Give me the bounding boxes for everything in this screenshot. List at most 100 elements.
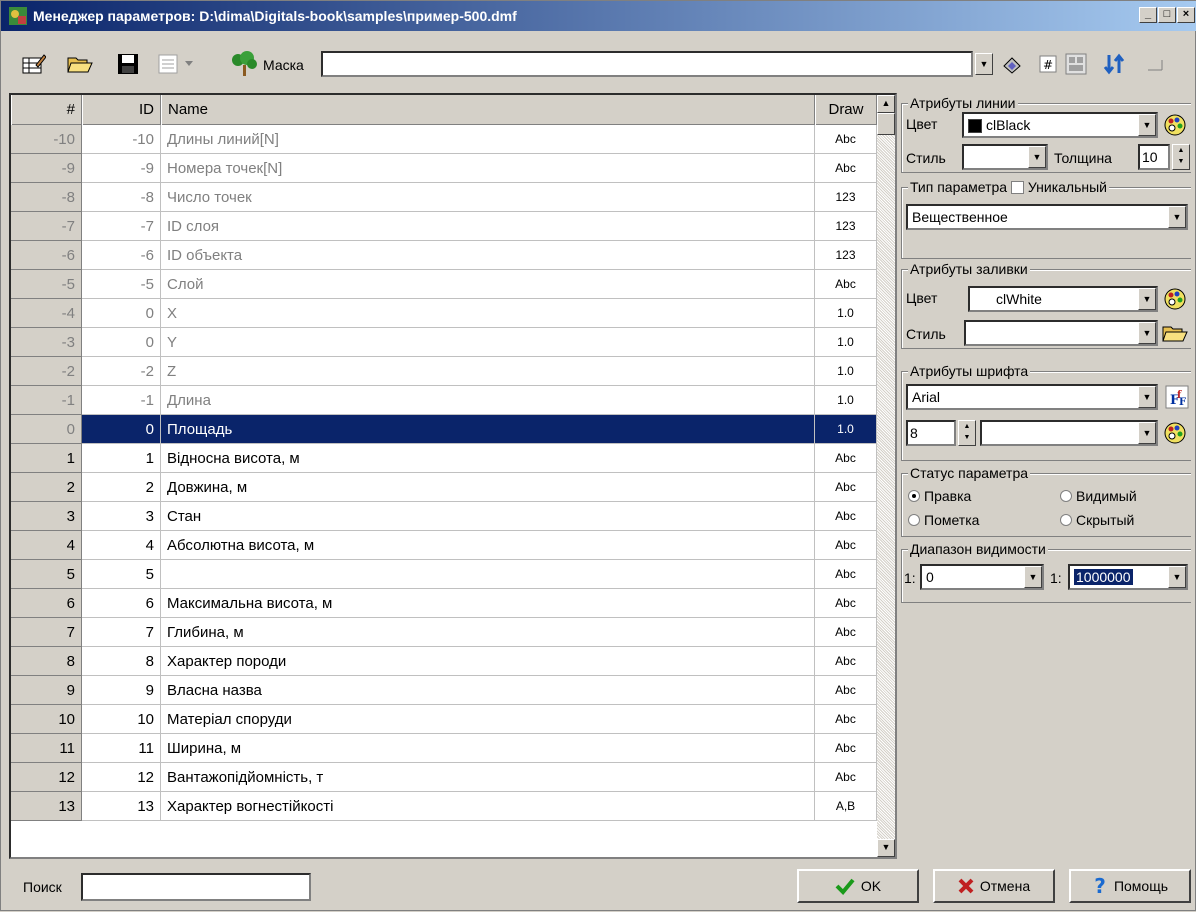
table-row[interactable]: 10 10 Матеріал споруди Abc	[11, 705, 877, 734]
font-size-input[interactable]: 8	[906, 420, 956, 446]
id-cell[interactable]: 0	[82, 328, 161, 357]
name-cell[interactable]: Число точек	[161, 183, 815, 212]
sort-arrows-icon[interactable]	[1101, 51, 1127, 77]
name-cell[interactable]: X	[161, 299, 815, 328]
fill-style-combo[interactable]: ▼	[964, 320, 1158, 346]
font-palette-icon[interactable]	[1162, 420, 1188, 446]
line-palette-icon[interactable]	[1162, 112, 1188, 138]
col-header-name[interactable]: Name	[161, 95, 815, 125]
table-row[interactable]: 6 6 Максимальна висота, м Abc	[11, 589, 877, 618]
row-number-cell[interactable]: -1	[11, 386, 82, 415]
chevron-down-icon[interactable]: ▼	[1024, 566, 1042, 588]
table-row[interactable]: -4 0 X 1.0	[11, 299, 877, 328]
row-number-cell[interactable]: 1	[11, 444, 82, 473]
open-folder-icon[interactable]	[1162, 320, 1188, 346]
row-number-cell[interactable]: 7	[11, 618, 82, 647]
row-number-cell[interactable]: -2	[11, 357, 82, 386]
draw-cell[interactable]: Abc	[815, 618, 877, 647]
table-row[interactable]: 9 9 Власна назва Abc	[11, 676, 877, 705]
draw-cell[interactable]: Abc	[815, 154, 877, 183]
id-cell[interactable]: -6	[82, 241, 161, 270]
row-number-cell[interactable]: -10	[11, 125, 82, 154]
col-header-num[interactable]: #	[11, 95, 82, 125]
grid-vertical-scrollbar[interactable]: ▲ ▼	[877, 95, 895, 857]
draw-cell[interactable]: Abc	[815, 531, 877, 560]
line-style-combo[interactable]: ▼	[962, 144, 1048, 170]
font-style-icon[interactable]: FfF	[1164, 384, 1190, 410]
table-row[interactable]: 12 12 Вантажопідйомність, т Abc	[11, 763, 877, 792]
name-cell[interactable]: Стан	[161, 502, 815, 531]
id-cell[interactable]: 10	[82, 705, 161, 734]
draw-cell[interactable]: Abc	[815, 589, 877, 618]
row-number-cell[interactable]: -3	[11, 328, 82, 357]
view-list-icon[interactable]	[155, 51, 181, 77]
row-number-cell[interactable]: 3	[11, 502, 82, 531]
tree-icon[interactable]	[229, 51, 259, 77]
chevron-down-icon[interactable]: ▼	[1138, 114, 1156, 136]
name-cell[interactable]	[161, 560, 815, 589]
id-cell[interactable]: 12	[82, 763, 161, 792]
name-cell[interactable]: Матеріал споруди	[161, 705, 815, 734]
table-row[interactable]: -8 -8 Число точек 123	[11, 183, 877, 212]
name-cell[interactable]: Власна назва	[161, 676, 815, 705]
draw-cell[interactable]: Abc	[815, 502, 877, 531]
scroll-thumb[interactable]	[877, 113, 895, 135]
id-cell[interactable]: 0	[82, 415, 161, 444]
row-number-cell[interactable]: 2	[11, 473, 82, 502]
eraser-icon[interactable]	[999, 51, 1025, 77]
font-style-combo[interactable]: ▼	[980, 420, 1158, 446]
row-number-cell[interactable]: 0	[11, 415, 82, 444]
row-number-cell[interactable]: 11	[11, 734, 82, 763]
name-cell[interactable]: Номера точек[N]	[161, 154, 815, 183]
minimize-button[interactable]: _	[1139, 7, 1157, 23]
hash-icon[interactable]: #	[1035, 51, 1061, 77]
name-cell[interactable]: Площадь	[161, 415, 815, 444]
name-cell[interactable]: Вантажопідйомність, т	[161, 763, 815, 792]
chevron-down-icon[interactable]: ▼	[1028, 146, 1046, 168]
line-width-spinner[interactable]: ▲ ▼	[1172, 144, 1190, 170]
table-row[interactable]: -6 -6 ID объекта 123	[11, 241, 877, 270]
row-number-cell[interactable]: -4	[11, 299, 82, 328]
name-cell[interactable]: Абсолютна висота, м	[161, 531, 815, 560]
chevron-down-icon[interactable]: ▼	[1138, 322, 1156, 344]
line-color-combo[interactable]: clBlack ▼	[962, 112, 1158, 138]
table-row[interactable]: 0 0 Площадь 1.0	[11, 415, 877, 444]
row-number-cell[interactable]: -6	[11, 241, 82, 270]
draw-cell[interactable]: Abc	[815, 125, 877, 154]
unique-checkbox[interactable]	[1011, 181, 1024, 194]
fill-palette-icon[interactable]	[1162, 286, 1188, 312]
row-number-cell[interactable]: -5	[11, 270, 82, 299]
name-cell[interactable]: Z	[161, 357, 815, 386]
mask-dropdown-button[interactable]: ▼	[975, 53, 993, 75]
parameter-type-combo[interactable]: Вещественное ▼	[906, 204, 1188, 230]
id-cell[interactable]: -1	[82, 386, 161, 415]
chevron-down-icon[interactable]: ▼	[1168, 206, 1186, 228]
row-number-cell[interactable]: 6	[11, 589, 82, 618]
row-number-cell[interactable]: -7	[11, 212, 82, 241]
chevron-down-icon[interactable]: ▼	[1138, 386, 1156, 408]
name-cell[interactable]: Слой	[161, 270, 815, 299]
col-header-id[interactable]: ID	[82, 95, 161, 125]
help-button[interactable]: ? Помощь	[1069, 869, 1191, 903]
id-cell[interactable]: -10	[82, 125, 161, 154]
table-row[interactable]: 11 11 Ширина, м Abc	[11, 734, 877, 763]
draw-cell[interactable]: 123	[815, 183, 877, 212]
table-row[interactable]: 1 1 Відносна висота, м Abc	[11, 444, 877, 473]
name-cell[interactable]: Відносна висота, м	[161, 444, 815, 473]
maximize-button[interactable]: □	[1158, 7, 1176, 23]
title-bar[interactable]: Менеджер параметров: D:\dima\Digitals-bo…	[1, 1, 1196, 31]
chevron-down-icon[interactable]: ▼	[1168, 566, 1186, 588]
draw-cell[interactable]: Abc	[815, 705, 877, 734]
id-cell[interactable]: -9	[82, 154, 161, 183]
draw-cell[interactable]: A,B	[815, 792, 877, 821]
id-cell[interactable]: -7	[82, 212, 161, 241]
draw-cell[interactable]: 1.0	[815, 386, 877, 415]
table-row[interactable]: 2 2 Довжина, м Abc	[11, 473, 877, 502]
visibility-from-combo[interactable]: 0 ▼	[920, 564, 1044, 590]
search-input[interactable]	[81, 873, 311, 901]
id-cell[interactable]: 7	[82, 618, 161, 647]
status-mark-radio[interactable]: Пометка	[908, 512, 979, 528]
id-cell[interactable]: 1	[82, 444, 161, 473]
name-cell[interactable]: Характер породи	[161, 647, 815, 676]
id-cell[interactable]: 5	[82, 560, 161, 589]
